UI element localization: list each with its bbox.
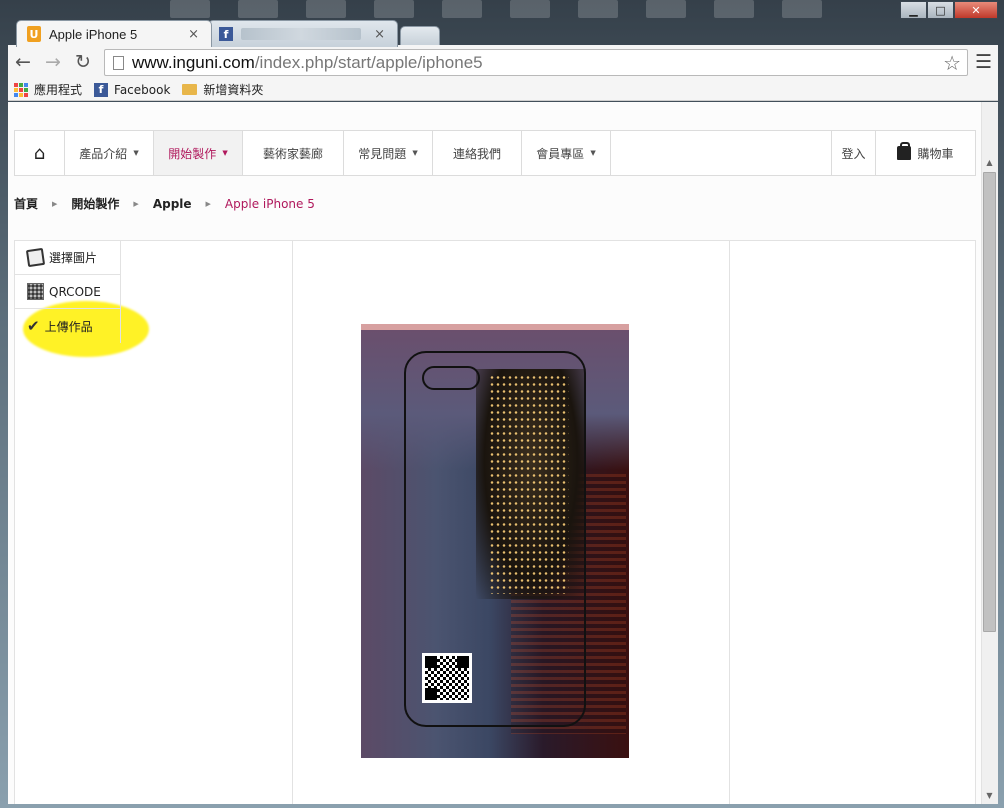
tab-strip: U Apple iPhone 5 × f × [8, 18, 998, 47]
back-arrow-icon[interactable]: ← [8, 47, 38, 77]
facebook-icon: f [219, 27, 233, 41]
nav-label: 產品介紹 [79, 146, 128, 161]
nav-login[interactable]: 登入 [831, 131, 876, 175]
site-navigation: ⌂ 產品介紹 ▼ 開始製作 ▼ 藝術家藝廊 常見問題 ▼ 連絡我們 會員專區 ▼… [14, 130, 976, 176]
breadcrumb-current: Apple iPhone 5 [224, 196, 315, 211]
nav-artist-gallery[interactable]: 藝術家藝廊 [243, 131, 344, 175]
left-column: 選擇圖片 QRCODE ✔ 上傳作品 [15, 241, 293, 804]
side-menu: 選擇圖片 QRCODE ✔ 上傳作品 [15, 241, 121, 343]
caret-down-icon: ▼ [222, 149, 228, 157]
menu-qrcode[interactable]: QRCODE [15, 275, 120, 309]
bookmark-label: Facebook [114, 82, 171, 97]
bookmark-apps[interactable]: 應用程式 [14, 81, 82, 98]
menu-label: 上傳作品 [44, 319, 93, 334]
url-host: www.inguni.com [132, 52, 255, 72]
folder-icon [182, 84, 198, 95]
right-column [729, 241, 975, 804]
bookmark-new-folder[interactable]: 新增資料夾 [182, 81, 263, 98]
nav-start-making[interactable]: 開始製作 ▼ [154, 131, 243, 175]
page-icon [113, 55, 124, 70]
vertical-scrollbar[interactable]: ▲ ▼ [981, 102, 998, 804]
bookmark-facebook[interactable]: f Facebook [94, 82, 171, 97]
caret-down-icon: ▼ [590, 149, 596, 157]
nav-contact[interactable]: 連絡我們 [433, 131, 522, 175]
window-frame: ▁ □ ✕ U Apple iPhone 5 × f × ← → ↻ www.i… [0, 0, 1004, 808]
chevron-right-icon: ▶ [52, 199, 58, 208]
home-icon: ⌂ [33, 142, 46, 164]
page-viewport: ⌂ 產品介紹 ▼ 開始製作 ▼ 藝術家藝廊 常見問題 ▼ 連絡我們 會員專區 ▼… [8, 102, 998, 804]
nav-label: 會員專區 [536, 146, 585, 161]
qrcode-icon [27, 283, 44, 300]
nav-home[interactable]: ⌂ [15, 131, 65, 175]
inguni-u-icon: U [27, 26, 41, 42]
breadcrumb: 首頁 ▶ 開始製作 ▶ Apple ▶ Apple iPhone 5 [14, 195, 315, 212]
url-path: /index.php/start/apple/iphone5 [254, 52, 483, 72]
breadcrumb-home[interactable]: 首頁 [14, 195, 38, 212]
caret-down-icon: ▼ [133, 149, 139, 157]
breadcrumb-start[interactable]: 開始製作 [71, 195, 119, 212]
nav-faq[interactable]: 常見問題 ▼ [344, 131, 433, 175]
checkmark-icon: ✔ [27, 317, 40, 335]
tab-close-icon[interactable]: × [188, 27, 199, 42]
forward-arrow-icon[interactable]: → [38, 47, 68, 77]
new-tab-button[interactable] [400, 26, 440, 46]
window-controls: ▁ □ ✕ [900, 1, 998, 19]
tab-facebook[interactable]: f × [208, 20, 398, 47]
nav-label: 開始製作 [168, 146, 217, 161]
scroll-down-arrow-icon[interactable]: ▼ [981, 787, 998, 804]
scrollbar-thumb[interactable] [983, 172, 996, 632]
address-bar[interactable]: www.inguni.com/index.php/start/apple/iph… [104, 49, 968, 76]
tab-apple-iphone5[interactable]: U Apple iPhone 5 × [16, 20, 212, 47]
bookmarks-bar: 應用程式 f Facebook 新增資料夾 [8, 79, 998, 101]
menu-label: QRCODE [49, 284, 101, 299]
menu-label: 選擇圖片 [49, 251, 98, 265]
chevron-right-icon: ▶ [205, 199, 211, 208]
phone-case-preview[interactable] [361, 324, 629, 758]
menu-choose-picture[interactable]: 選擇圖片 [15, 241, 120, 275]
nav-label: 常見問題 [358, 146, 407, 161]
nav-products[interactable]: 產品介紹 ▼ [65, 131, 154, 175]
chevron-right-icon: ▶ [133, 199, 139, 208]
scroll-up-arrow-icon[interactable]: ▲ [981, 154, 998, 171]
login-label: 登入 [841, 146, 866, 161]
caret-down-icon: ▼ [412, 149, 418, 157]
picture-icon [25, 247, 46, 268]
nav-label: 連絡我們 [452, 146, 501, 161]
browser-toolbar: ← → ↻ www.inguni.com/index.php/start/app… [8, 45, 998, 79]
bookmark-label: 新增資料夾 [203, 83, 264, 97]
nav-cart[interactable]: 購物車 [876, 131, 975, 175]
maximize-button[interactable]: □ [927, 1, 954, 19]
close-window-button[interactable]: ✕ [954, 1, 998, 19]
reload-icon[interactable]: ↻ [68, 47, 98, 77]
background-thumbnails [160, 0, 860, 20]
nav-label: 藝術家藝廊 [262, 146, 323, 161]
bookmark-star-icon[interactable]: ☆ [943, 51, 961, 75]
apps-grid-icon [14, 82, 28, 97]
shopping-bag-icon [897, 142, 912, 160]
camera-hole-outline [422, 366, 480, 390]
tab-close-icon[interactable]: × [374, 27, 385, 42]
facebook-icon: f [94, 82, 109, 97]
minimize-button[interactable]: ▁ [900, 1, 927, 19]
chrome-menu-icon[interactable]: ☰ [975, 51, 992, 73]
qr-code-image[interactable] [422, 653, 472, 703]
cart-label: 購物車 [917, 146, 954, 161]
breadcrumb-apple[interactable]: Apple [153, 197, 192, 211]
menu-upload-work[interactable]: ✔ 上傳作品 [15, 309, 120, 343]
tab-title: Apple iPhone 5 [49, 26, 138, 42]
blurred-tab-title [241, 28, 361, 40]
bookmark-label: 應用程式 [34, 83, 83, 97]
nav-member-area[interactable]: 會員專區 ▼ [522, 131, 611, 175]
